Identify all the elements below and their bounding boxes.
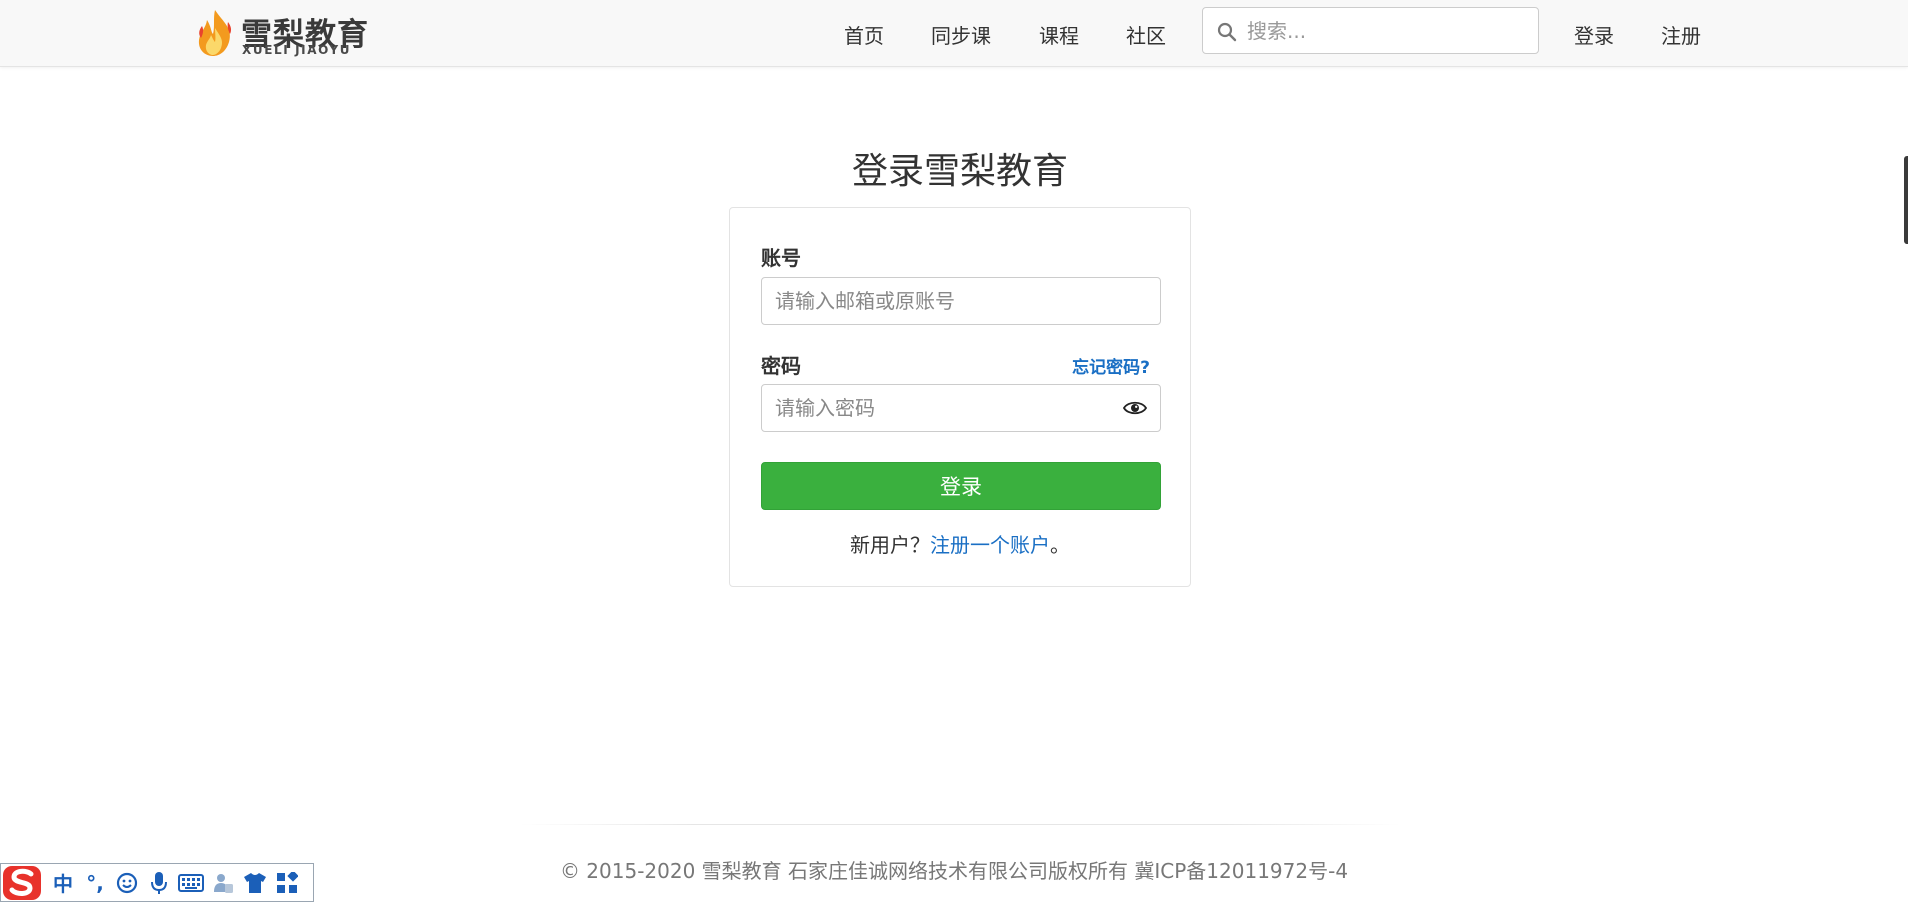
flame-logo-icon bbox=[198, 10, 232, 56]
account-label: 账号 bbox=[761, 246, 801, 270]
nav-item-sync-course[interactable]: 同步课 bbox=[931, 20, 991, 49]
search-box[interactable] bbox=[1202, 7, 1539, 54]
ime-toolbar: 中 °, bbox=[0, 863, 314, 902]
user-icon[interactable] bbox=[207, 864, 239, 901]
password-input[interactable] bbox=[775, 385, 1115, 431]
ime-punctuation-toggle[interactable]: °, bbox=[79, 864, 111, 901]
footer-divider bbox=[520, 824, 1400, 825]
logo-text-en: XUELI JIAOYU bbox=[242, 43, 352, 57]
search-icon bbox=[1217, 22, 1237, 42]
password-field-box[interactable] bbox=[761, 384, 1161, 432]
page-title: 登录雪梨教育 bbox=[851, 151, 1068, 192]
register-prompt: 新用户？注册一个账户。 bbox=[730, 529, 1190, 558]
nav-item-home[interactable]: 首页 bbox=[844, 20, 884, 49]
microphone-icon[interactable] bbox=[143, 864, 175, 901]
nav-item-courses[interactable]: 课程 bbox=[1039, 20, 1079, 49]
toolbox-grid-icon[interactable] bbox=[271, 864, 303, 901]
sogou-logo-icon[interactable] bbox=[1, 863, 47, 902]
account-input[interactable] bbox=[775, 278, 1115, 324]
login-submit-button[interactable]: 登录 bbox=[761, 462, 1161, 510]
header-register-link[interactable]: 注册 bbox=[1661, 20, 1701, 49]
password-label: 密码 bbox=[761, 354, 801, 378]
forgot-password-link[interactable]: 忘记密码? bbox=[1072, 353, 1150, 378]
emoji-icon[interactable] bbox=[111, 864, 143, 901]
site-logo[interactable]: 雪梨教育 XUELI JIAOYU bbox=[193, 6, 373, 58]
ime-mode-toggle[interactable]: 中 bbox=[47, 864, 79, 901]
edge-scroll-tab[interactable] bbox=[1904, 156, 1908, 244]
register-account-link[interactable]: 注册一个账户 bbox=[930, 533, 1050, 557]
skin-shirt-icon[interactable] bbox=[239, 864, 271, 901]
keyboard-icon[interactable] bbox=[175, 864, 207, 901]
register-suffix: 。 bbox=[1050, 533, 1070, 557]
nav-item-community[interactable]: 社区 bbox=[1126, 20, 1166, 49]
eye-icon[interactable] bbox=[1123, 400, 1147, 416]
new-user-text: 新用户？ bbox=[850, 533, 930, 557]
header-login-link[interactable]: 登录 bbox=[1574, 20, 1614, 49]
top-navbar: 雪梨教育 XUELI JIAOYU 首页 同步课 课程 社区 登录 注册 bbox=[0, 0, 1908, 67]
search-input[interactable] bbox=[1247, 8, 1532, 53]
account-field-box[interactable] bbox=[761, 277, 1161, 325]
login-form-card: 账号 密码 忘记密码? 登录 新用户？注册一个账户。 bbox=[729, 207, 1191, 587]
